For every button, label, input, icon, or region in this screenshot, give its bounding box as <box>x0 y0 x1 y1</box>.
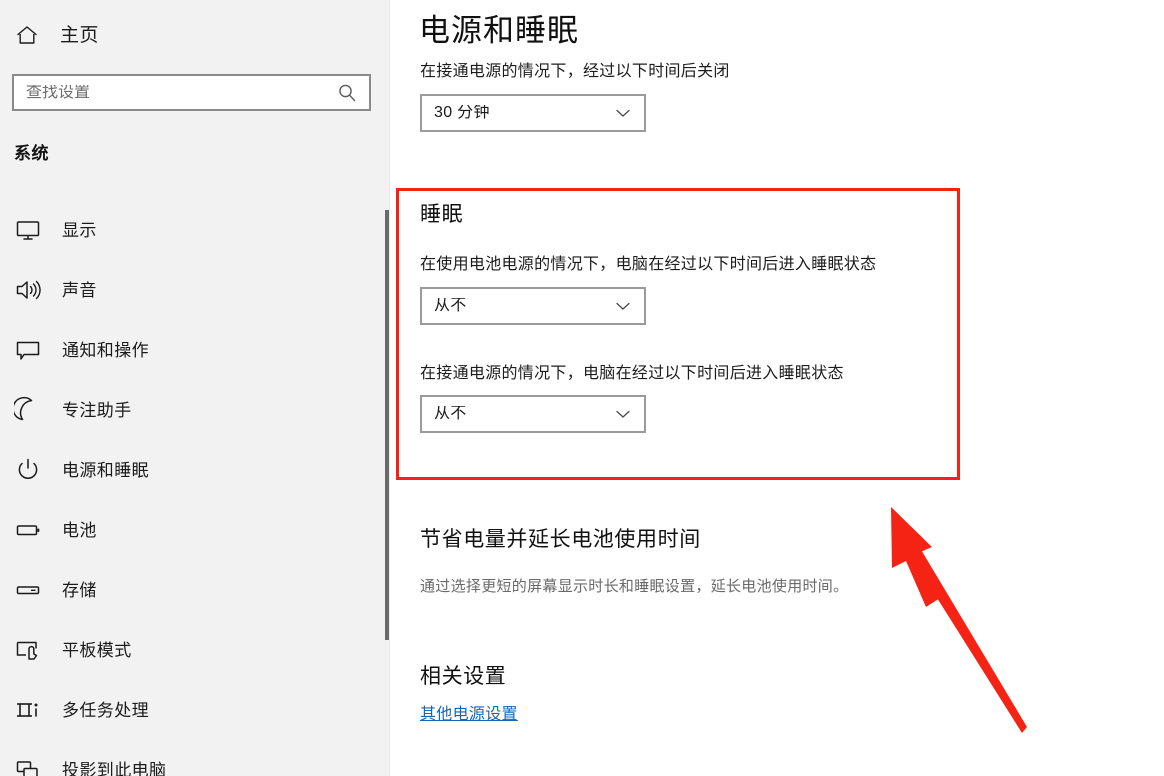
sidebar-item-label: 声音 <box>62 282 97 299</box>
sidebar-item-label: 通知和操作 <box>62 342 149 359</box>
sleep-battery-dropdown[interactable]: 从不 <box>420 287 646 325</box>
sidebar-item-project-to-this-pc[interactable]: 投影到此电脑 <box>0 740 390 776</box>
sidebar-item-label: 平板模式 <box>62 642 132 659</box>
sidebar-nav-list: 显示 声音 通知和 <box>0 200 390 776</box>
search-input-placeholder: 查找设置 <box>14 85 334 101</box>
sidebar-item-focus-assist[interactable]: 专注助手 <box>0 380 390 440</box>
related-settings-heading: 相关设置 <box>420 660 506 690</box>
screen-off-plugged-dropdown[interactable]: 30 分钟 <box>420 94 646 132</box>
project-screen-icon <box>14 756 42 776</box>
chevron-down-icon <box>612 403 634 425</box>
sidebar: 主页 查找设置 系统 显示 <box>0 0 390 776</box>
search-icon[interactable] <box>334 80 360 106</box>
sidebar-item-label: 投影到此电脑 <box>62 762 166 776</box>
chevron-down-icon <box>612 295 634 317</box>
sidebar-item-notifications[interactable]: 通知和操作 <box>0 320 390 380</box>
sidebar-item-display[interactable]: 显示 <box>0 200 390 260</box>
storage-icon <box>14 576 42 604</box>
power-icon <box>14 456 42 484</box>
monitor-icon <box>14 216 42 244</box>
settings-window: 主页 查找设置 系统 显示 <box>0 0 1164 776</box>
screen-off-plugged-value: 30 分钟 <box>422 105 612 121</box>
sidebar-item-storage[interactable]: 存储 <box>0 560 390 620</box>
tablet-mode-icon <box>14 636 42 664</box>
notification-bubble-icon <box>14 336 42 364</box>
multitasking-icon <box>14 696 42 724</box>
sidebar-item-tablet-mode[interactable]: 平板模式 <box>0 620 390 680</box>
sidebar-item-label: 显示 <box>62 222 97 239</box>
sidebar-scrollbar-thumb[interactable] <box>385 210 389 640</box>
speaker-icon <box>14 276 42 304</box>
page-title: 电源和睡眠 <box>419 12 579 49</box>
sleep-battery-label: 在使用电池电源的情况下，电脑在经过以下时间后进入睡眠状态 <box>420 255 876 276</box>
sidebar-item-label: 多任务处理 <box>62 702 149 719</box>
sidebar-item-power-and-sleep[interactable]: 电源和睡眠 <box>0 440 390 500</box>
sleep-plugged-value: 从不 <box>422 406 612 422</box>
sidebar-item-label: 电源和睡眠 <box>62 462 149 479</box>
home-icon <box>14 22 40 48</box>
battery-saver-heading: 节省电量并延长电池使用时间 <box>420 523 701 553</box>
sidebar-section-title: 系统 <box>14 139 49 164</box>
sidebar-item-sound[interactable]: 声音 <box>0 260 390 320</box>
battery-icon <box>14 516 42 544</box>
sleep-section-heading: 睡眠 <box>420 198 463 228</box>
sidebar-item-label: 存储 <box>62 582 97 599</box>
sidebar-item-label: 电池 <box>62 522 97 539</box>
sidebar-home-button[interactable]: 主页 <box>14 18 99 52</box>
sleep-plugged-label: 在接通电源的情况下，电脑在经过以下时间后进入睡眠状态 <box>420 364 844 385</box>
sidebar-item-multitasking[interactable]: 多任务处理 <box>0 680 390 740</box>
sleep-battery-value: 从不 <box>422 298 612 314</box>
screen-off-plugged-label: 在接通电源的情况下，经过以下时间后关闭 <box>420 62 730 83</box>
chevron-down-icon <box>612 102 634 124</box>
moon-icon <box>14 396 42 424</box>
search-input[interactable]: 查找设置 <box>12 74 371 111</box>
other-power-settings-link[interactable]: 其他电源设置 <box>420 700 518 724</box>
sleep-plugged-dropdown[interactable]: 从不 <box>420 395 646 433</box>
sidebar-home-label: 主页 <box>60 26 99 45</box>
battery-saver-description: 通过选择更短的屏幕显示时长和睡眠设置，延长电池使用时间。 <box>420 575 848 596</box>
sidebar-item-label: 专注助手 <box>62 402 132 419</box>
sidebar-item-battery[interactable]: 电池 <box>0 500 390 560</box>
